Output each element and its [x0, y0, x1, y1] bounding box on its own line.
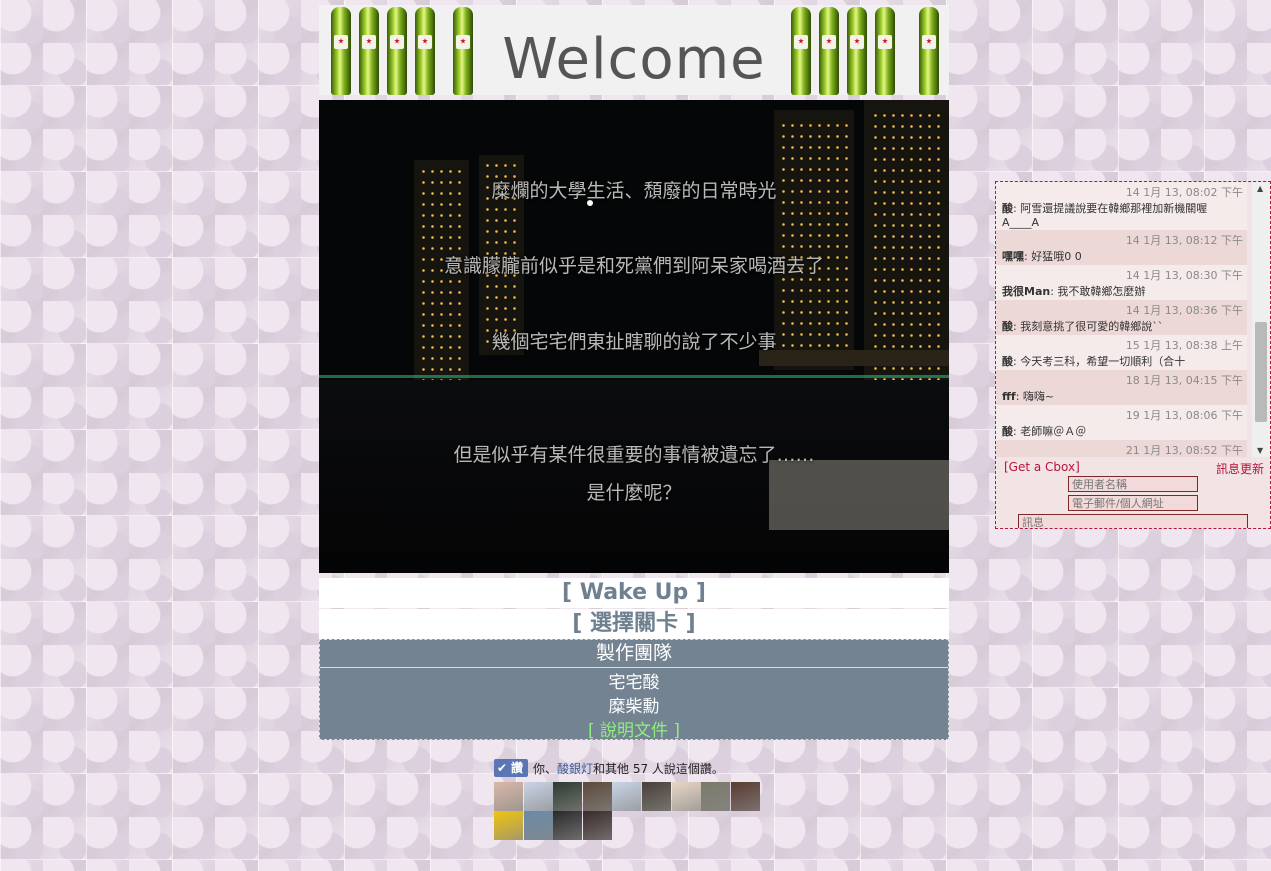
- scroll-down-arrow-icon[interactable]: ▼: [1257, 446, 1263, 455]
- message-author: 酸: [1002, 355, 1013, 368]
- chat-message: 14 1月 13, 08:12 下午 嘿嘿: 好猛哦0 0: [996, 230, 1247, 265]
- chat-message: 14 1月 13, 08:02 下午 酸: 阿雪還提議說要在韓鄉那裡加新機關喔 A…: [996, 182, 1247, 230]
- friend-avatar[interactable]: [553, 782, 583, 811]
- wake-up-link[interactable]: [ Wake Up ]: [319, 578, 949, 608]
- message-text: : 阿雪還提議說要在韓鄉那裡加新機關喔 A____A: [1002, 202, 1208, 229]
- friend-avatar[interactable]: [612, 782, 642, 811]
- chat-message: 14 1月 13, 08:30 下午 我很Man: 我不敢韓鄉怎麼辦: [996, 265, 1247, 300]
- message-timestamp: 14 1月 13, 08:30 下午: [1125, 269, 1243, 282]
- scroll-up-arrow-icon[interactable]: ▲: [1257, 184, 1263, 193]
- chat-message: 18 1月 13, 04:15 下午 fff: 嗨嗨~: [996, 370, 1247, 405]
- message-author: 嘿嘿: [1002, 250, 1024, 263]
- check-icon: ✔: [497, 761, 508, 775]
- chat-message-list: 14 1月 13, 08:02 下午 酸: 阿雪還提議說要在韓鄉那裡加新機關喔 A…: [996, 182, 1247, 457]
- message-timestamp: 21 1月 13, 08:52 下午: [1125, 444, 1243, 457]
- username-field[interactable]: [1068, 476, 1198, 492]
- night-city-photo: 糜爛的大學生活、頹廢的日常時光 意識朦朧前似乎是和死黨們到阿呆家喝酒去了 幾個宅…: [319, 100, 949, 573]
- intro-line-4: 但是似乎有某件很重要的事情被遺忘了……: [453, 444, 815, 466]
- message-body: 酸: 我刻意挑了很可愛的韓鄉說``: [1002, 318, 1243, 334]
- credits-title: 製作團隊: [320, 640, 948, 668]
- message-author: 酸: [1002, 202, 1013, 215]
- building-lights: [779, 120, 849, 360]
- friend-avatar[interactable]: [494, 782, 523, 811]
- welcome-title: Welcome: [502, 27, 766, 92]
- message-body: 酸: 今天考三科，希望一切順利（合十: [1002, 353, 1243, 369]
- message-text: : 嗨嗨~: [1015, 390, 1055, 403]
- like-button[interactable]: ✔ 讚: [494, 759, 528, 777]
- message-timestamp: 18 1月 13, 04:15 下午: [1125, 374, 1243, 387]
- message-text: : 我不敢韓鄉怎麼辦: [1050, 285, 1146, 298]
- get-cbox-link[interactable]: [Get a Cbox]: [1004, 460, 1080, 474]
- message-text: : 我刻意挑了很可愛的韓鄉說``: [1013, 320, 1164, 333]
- chat-message: 14 1月 13, 08:36 下午 酸: 我刻意挑了很可愛的韓鄉說``: [996, 300, 1247, 335]
- welcome-banner: Welcome: [319, 5, 949, 95]
- message-text: : 好猛哦0 0: [1024, 250, 1082, 263]
- intro-line-2: 意識朦朧前似乎是和死黨們到阿呆家喝酒去了: [443, 255, 824, 277]
- message-body: 嘿嘿: 好猛哦0 0: [1002, 248, 1243, 264]
- chat-scrollbar[interactable]: ▲ ▼: [1252, 182, 1270, 457]
- message-author: 酸: [1002, 320, 1013, 333]
- message-timestamp: 14 1月 13, 08:36 下午: [1125, 304, 1243, 317]
- friend-avatar[interactable]: [671, 782, 701, 811]
- friend-avatar[interactable]: [642, 782, 671, 811]
- chat-message: 19 1月 13, 08:06 下午 酸: 老師嘛＠Ａ＠: [996, 405, 1247, 440]
- like-button-label: 讚: [511, 761, 524, 775]
- readme-link[interactable]: [ 說明文件 ]: [320, 719, 948, 743]
- cbox-chat: 14 1月 13, 08:02 下午 酸: 阿雪還提議說要在韓鄉那裡加新機關喔 A…: [995, 181, 1271, 529]
- like-text-suffix: 和其他 57 人說這個讚。: [593, 762, 724, 776]
- message-body: 酸: 老師嘛＠Ａ＠: [1002, 423, 1243, 439]
- friend-avatar[interactable]: [494, 811, 523, 840]
- message-text: : 今天考三科，希望一切順利（合十: [1013, 355, 1186, 368]
- chat-message: 21 1月 13, 08:52 下午guest: 訊息文字框會被稍微遮住!: [996, 440, 1247, 457]
- message-timestamp: 14 1月 13, 08:02 下午: [1125, 186, 1243, 199]
- like-summary: 你、酸銀灯和其他 57 人說這個讚。: [533, 760, 724, 777]
- friend-avatar[interactable]: [582, 811, 612, 840]
- intro-line-5: 是什麼呢？: [586, 482, 682, 504]
- friend-avatar[interactable]: [523, 782, 553, 811]
- like-box: ✔ 讚 你、酸銀灯和其他 57 人說這個讚。: [493, 758, 773, 848]
- friend-avatar[interactable]: [701, 782, 731, 811]
- message-text: : 老師嘛＠Ａ＠: [1013, 425, 1087, 438]
- message-author: 酸: [1002, 425, 1013, 438]
- credit-member: 糜柴勳: [608, 697, 660, 717]
- friend-avatar[interactable]: [553, 811, 583, 840]
- friend-avatar[interactable]: [523, 811, 553, 840]
- like-text-prefix: 你、: [533, 762, 558, 776]
- intro-line-1: 糜爛的大學生活、頹廢的日常時光: [491, 180, 777, 202]
- message-timestamp: 15 1月 13, 08:38 上午: [1125, 339, 1243, 352]
- select-stage-link[interactable]: [ 選擇關卡 ]: [319, 609, 949, 639]
- credit-member: 宅宅酸: [608, 673, 660, 693]
- refresh-messages-link[interactable]: 訊息更新: [1216, 460, 1264, 477]
- message-author: 我很Man: [1002, 285, 1051, 298]
- riverside-lights: [319, 375, 949, 378]
- credits-panel: 製作團隊 宅宅酸 糜柴勳 [ 說明文件 ]: [319, 639, 949, 743]
- scroll-thumb[interactable]: [1255, 322, 1267, 422]
- intro-line-3: 幾個宅宅們東扯瞎聊的說了不少事: [491, 331, 777, 353]
- message-body: 酸: 阿雪還提議說要在韓鄉那裡加新機關喔 A____A: [1002, 200, 1243, 229]
- friend-avatar[interactable]: [582, 782, 612, 811]
- chat-message: 15 1月 13, 08:38 上午 酸: 今天考三科，希望一切順利（合十: [996, 335, 1247, 370]
- email-url-field[interactable]: [1068, 495, 1198, 511]
- message-timestamp: 19 1月 13, 08:06 下午: [1125, 409, 1243, 422]
- message-timestamp: 14 1月 13, 08:12 下午: [1125, 234, 1243, 247]
- friend-link[interactable]: 酸銀灯: [557, 762, 593, 776]
- message-author: fff: [1002, 390, 1016, 403]
- friend-avatar[interactable]: [730, 782, 760, 811]
- message-field[interactable]: [1018, 514, 1248, 528]
- message-body: fff: 嗨嗨~: [1002, 388, 1243, 404]
- message-body: 我很Man: 我不敢韓鄉怎麼辦: [1002, 283, 1243, 299]
